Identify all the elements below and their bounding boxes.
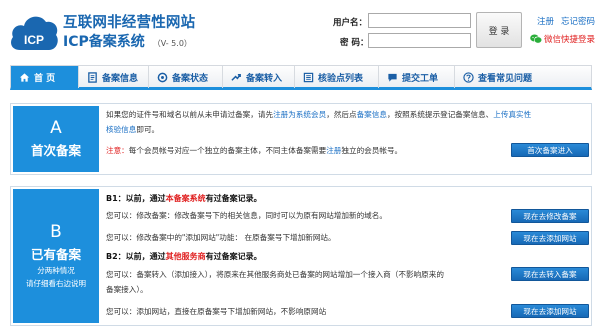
main-nav: 首 页 备案信息 备案状态 备案转入 核验点列表 提交工单 查看常见问题 <box>10 65 592 90</box>
section-a-line1: 如果您的证件号和域名以前从未申请过备案，请先注册为系统会员，然后点备案信息，按照… <box>106 108 531 122</box>
section-a-title: 首次备案 <box>30 143 81 158</box>
tab-submit-ticket-label: 提交工单 <box>402 73 439 84</box>
logo-text: ICP <box>24 33 44 47</box>
tab-verify-points[interactable]: 核验点列表 <box>295 66 379 88</box>
b1-line1: 您可以：修改备案：修改备案号下的相关信息，同时可以为原有网站增加新的域名。 <box>106 211 387 220</box>
password-input[interactable] <box>368 33 471 48</box>
transfer-record-button[interactable]: 现在去转入备案 <box>511 267 589 281</box>
brand-line1: 互联网非经营性网站 <box>63 15 196 31</box>
register-link[interactable]: 注册 <box>537 15 554 27</box>
section-a-text: ，按照系统提示登记备案信息、 <box>386 110 494 119</box>
section-b-badge: B 已有备案 分两种情况 请仔细看右边说明 <box>13 189 99 323</box>
username-input[interactable] <box>368 13 471 28</box>
b1-heading-red: 本备案系统 <box>165 194 206 203</box>
record-info-link[interactable]: 备案信息 <box>357 110 387 119</box>
tab-record-transfer-label: 备案转入 <box>246 73 283 84</box>
section-b-letter: B <box>50 222 62 242</box>
first-record-enter-button[interactable]: 首次备案进入 <box>511 143 589 157</box>
section-first-record: A 首次备案 如果您的证件号和域名以前从未申请过备案，请先注册为系统会员，然后点… <box>10 103 592 175</box>
b1-heading: B1：以前，通过本备案系统有过备案记录。 <box>106 192 262 206</box>
brand-system-name: ICP备案系统 <box>63 34 145 50</box>
username-label: 用户名： <box>333 18 368 28</box>
transfer-icon <box>231 73 241 81</box>
document-icon <box>88 71 97 83</box>
brand-line2: ICP备案系统 （V- 5.0） <box>63 31 192 51</box>
tab-record-info[interactable]: 备案信息 <box>79 66 149 88</box>
note-register-link[interactable]: 注册 <box>326 146 341 155</box>
section-a-note: 注意：每个会员帐号对应一个独立的备案主体，不同主体备案需要注册独立的会员帐号。 <box>106 144 402 158</box>
home-icon <box>19 72 30 82</box>
b1-line2: 您可以：修改备案中的"添加网站"功能： 在原备案号下增加新网站。 <box>106 233 336 242</box>
b2-line3: 您可以：添加网站，直接在原备案号下增加新网站，不影响原网站 <box>106 307 327 316</box>
section-a-badge: A 首次备案 <box>13 106 99 172</box>
note-text-post: 独立的会员帐号。 <box>341 146 403 155</box>
tab-record-transfer[interactable]: 备案转入 <box>223 66 295 88</box>
note-label: 注意： <box>106 146 129 155</box>
modify-record-button[interactable]: 现在去修改备案 <box>511 209 589 223</box>
section-b-title: 已有备案 <box>30 247 81 262</box>
list-icon <box>303 72 314 82</box>
b2-heading-red: 其他服务商 <box>165 252 206 261</box>
status-icon <box>157 72 168 82</box>
tab-record-status[interactable]: 备案状态 <box>149 66 223 88</box>
tab-record-status-label: 备案状态 <box>172 73 209 84</box>
tab-faq-label: 查看常见问题 <box>478 73 533 84</box>
tab-record-info-label: 备案信息 <box>102 73 139 84</box>
chat-icon <box>388 73 397 82</box>
b2-line2: 备案接入）。 <box>106 285 148 294</box>
help-icon <box>463 71 474 83</box>
b2-line1: 您可以：备案转入（添加接入），将原来在其他服务商处已备案的网站增加一个接入商（不… <box>106 270 444 279</box>
b1-heading-post: 有过备案记录。 <box>205 194 262 203</box>
section-b-sub2: 请仔细看右边说明 <box>26 279 86 288</box>
password-label: 密 码： <box>340 38 369 48</box>
note-text: 每个会员帐号对应一个独立的备案主体，不同主体备案需要 <box>128 146 327 155</box>
b2-heading-pre: B2：以前，通过 <box>106 252 166 261</box>
b2-heading: B2：以前，通过其他服务商有过备案记录。 <box>106 250 262 264</box>
b2-heading-post: 有过备案记录。 <box>205 252 262 261</box>
section-a-text: 如果您的证件号和域名以前从未申请过备案，请先 <box>106 110 274 119</box>
tab-faq[interactable]: 查看常见问题 <box>455 66 551 88</box>
section-a-letter: A <box>50 118 62 138</box>
upload-verify-link[interactable]: 上传真实性 <box>493 110 531 119</box>
add-website-button-2[interactable]: 现在去添加网站 <box>511 304 589 318</box>
tab-verify-points-label: 核验点列表 <box>318 73 364 84</box>
section-a-text: ，然后点 <box>326 110 357 119</box>
tab-home[interactable]: 首 页 <box>11 66 79 88</box>
icp-logo: ICP <box>8 10 60 54</box>
register-member-link[interactable]: 注册为系统会员 <box>273 110 326 119</box>
version-label: （V- 5.0） <box>152 39 192 48</box>
verify-info-link[interactable]: 核验信息 <box>106 125 136 134</box>
section-a-text: 即可。 <box>136 125 160 134</box>
tab-home-label: 首 页 <box>34 73 56 84</box>
wechat-login-label: 微信快捷登录 <box>544 35 596 45</box>
header: ICP 互联网非经营性网站 ICP备案系统 （V- 5.0） 用户名： 密 码： … <box>0 0 600 60</box>
b1-heading-pre: B1：以前，通过 <box>106 194 166 203</box>
add-website-button-1[interactable]: 现在去添加网站 <box>511 231 589 245</box>
section-a-line2: 核验信息即可。 <box>106 123 159 137</box>
section-b-sub1: 分两种情况 <box>37 266 75 275</box>
wechat-icon <box>530 34 542 44</box>
wechat-login-link[interactable]: 微信快捷登录 <box>530 33 595 45</box>
login-button[interactable]: 登 录 <box>476 12 522 48</box>
forgot-password-link[interactable]: 忘记密码 <box>561 15 595 27</box>
tab-submit-ticket[interactable]: 提交工单 <box>379 66 455 88</box>
section-existing-record: B 已有备案 分两种情况 请仔细看右边说明 B1：以前，通过本备案系统有过备案记… <box>10 186 592 326</box>
